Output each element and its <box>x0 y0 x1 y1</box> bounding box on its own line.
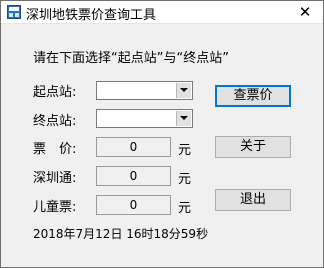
fare-field: 0 <box>96 137 171 157</box>
datetime-display: 2018年7月12日 16时18分59秒 <box>33 227 209 241</box>
end-station-dropdown-button[interactable] <box>176 111 191 126</box>
main-window: 深圳地铁票价查询工具 ✕ 请在下面选择“起点站”与“终点站” 起点站: 终点站:… <box>0 0 324 268</box>
start-station-select[interactable] <box>96 81 193 100</box>
chevron-down-icon <box>180 116 188 120</box>
sztong-label: 深圳通: <box>33 171 77 186</box>
sztong-unit: 元 <box>178 172 192 187</box>
window-title: 深圳地铁票价查询工具 <box>26 8 157 23</box>
close-icon: ✕ <box>298 3 312 21</box>
start-station-dropdown-button[interactable] <box>176 83 191 98</box>
child-fare-field: 0 <box>96 195 171 215</box>
query-fare-button[interactable]: 查票价 <box>215 85 291 107</box>
title-bar[interactable]: 深圳地铁票价查询工具 ✕ <box>1 1 323 24</box>
end-station-select[interactable] <box>96 109 193 128</box>
fare-unit: 元 <box>178 143 192 158</box>
chevron-down-icon <box>180 88 188 92</box>
fare-label: 票 价: <box>33 142 77 157</box>
sztong-field: 0 <box>96 166 171 186</box>
instruction-text: 请在下面选择“起点站”与“终点站” <box>33 51 229 66</box>
start-station-label: 起点站: <box>33 85 77 100</box>
child-fare-label: 儿童票: <box>33 200 77 215</box>
child-fare-unit: 元 <box>178 201 192 216</box>
about-button[interactable]: 关于 <box>215 136 291 158</box>
app-icon <box>7 5 21 19</box>
exit-button[interactable]: 退出 <box>215 189 291 211</box>
close-button[interactable]: ✕ <box>295 2 315 22</box>
end-station-label: 终点站: <box>33 114 77 129</box>
